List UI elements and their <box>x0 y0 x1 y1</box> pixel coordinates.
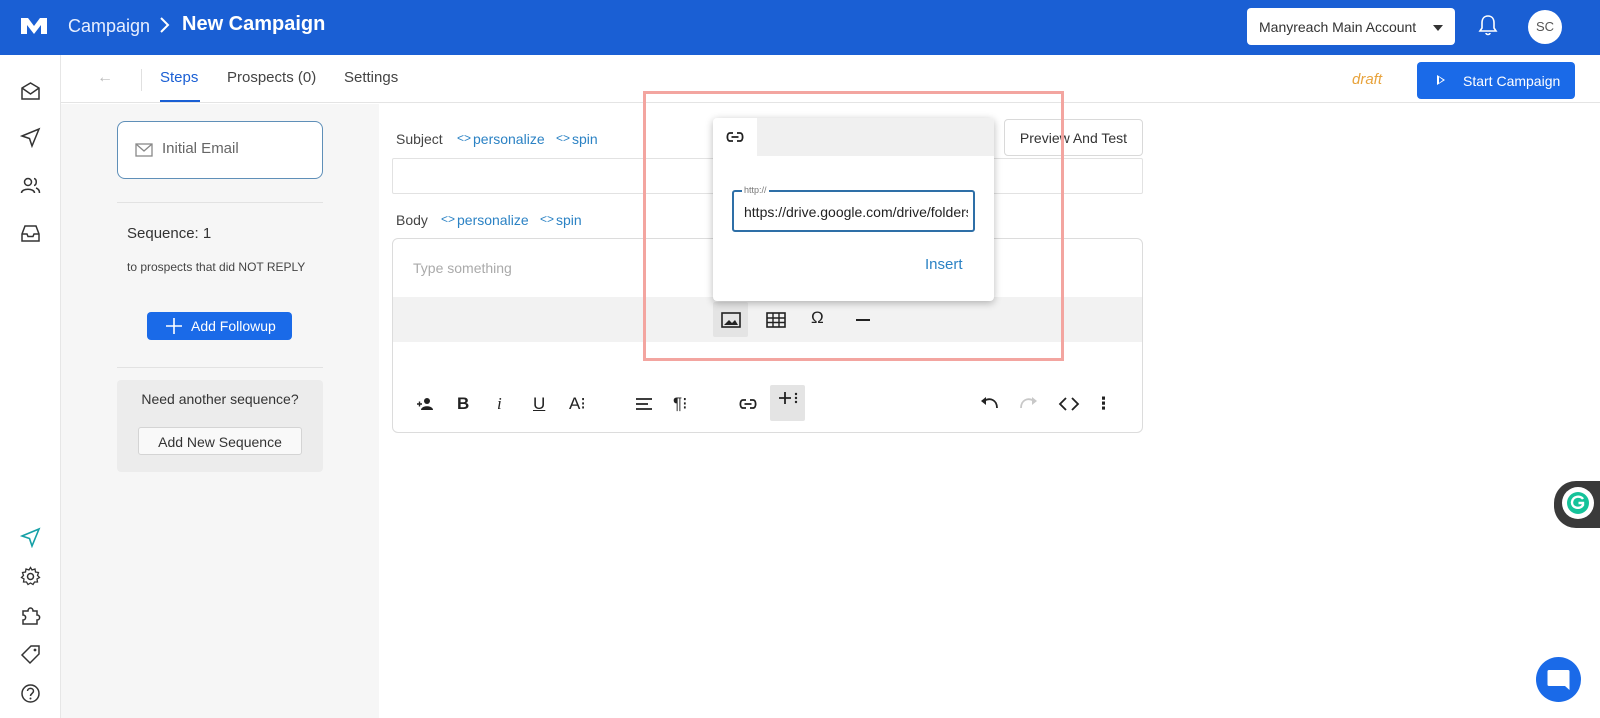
need-sequence-text: Need another sequence? <box>141 391 299 407</box>
initial-email-card[interactable]: Initial Email <box>117 121 323 179</box>
account-selector[interactable]: Manyreach Main Account <box>1247 8 1455 45</box>
gear-icon[interactable] <box>20 566 41 587</box>
page-title: New Campaign <box>182 13 326 35</box>
link-icon[interactable] <box>737 393 759 415</box>
help-icon[interactable] <box>20 683 41 704</box>
insert-plus-icon[interactable] <box>777 389 799 411</box>
breadcrumb-campaign[interactable]: Campaign <box>68 16 150 37</box>
code-icon: <> <box>441 212 456 226</box>
grammarly-icon <box>1562 487 1594 519</box>
undo-icon[interactable] <box>978 393 1000 415</box>
initial-email-label: Initial Email <box>162 140 239 157</box>
divider <box>117 202 323 203</box>
plus-icon <box>166 318 182 334</box>
body-spin-link[interactable]: spin <box>556 212 582 228</box>
add-new-sequence-button[interactable]: Add New Sequence <box>138 427 302 455</box>
tab-steps[interactable]: Steps <box>160 69 198 86</box>
puzzle-icon[interactable] <box>20 605 41 626</box>
start-campaign-label: Start Campaign <box>1463 73 1561 89</box>
user-avatar[interactable]: SC <box>1528 10 1562 44</box>
inbox-icon[interactable] <box>20 223 41 244</box>
new-sequence-box: Need another sequence? Add New Sequence <box>117 380 323 472</box>
add-followup-label: Add Followup <box>191 318 276 334</box>
chat-bubble-icon <box>1547 670 1570 690</box>
active-tab-underline <box>160 100 200 102</box>
personalize-user-icon[interactable] <box>415 393 437 415</box>
code-icon: <> <box>540 212 555 226</box>
subject-spin-link[interactable]: spin <box>572 131 598 147</box>
tab-divider <box>141 69 142 91</box>
bell-icon[interactable] <box>1478 14 1498 36</box>
italic-icon[interactable]: i <box>497 394 502 414</box>
send-icon[interactable] <box>20 127 41 148</box>
body-label: Body <box>396 212 428 228</box>
status-badge: draft <box>1352 71 1383 88</box>
highlight-box <box>643 91 1064 361</box>
tab-prospects[interactable]: Prospects (0) <box>227 69 316 86</box>
code-icon: <> <box>457 131 472 145</box>
tab-settings[interactable]: Settings <box>344 69 398 86</box>
subject-label: Subject <box>396 131 443 147</box>
grammarly-widget[interactable] <box>1554 481 1600 528</box>
align-left-icon[interactable] <box>633 393 655 415</box>
subject-personalize-link[interactable]: personalize <box>473 131 545 147</box>
tag-icon[interactable] <box>20 644 41 665</box>
code-icon: <> <box>556 131 571 145</box>
top-bar: Campaign New Campaign Manyreach Main Acc… <box>0 0 1600 55</box>
account-selector-label: Manyreach Main Account <box>1259 19 1417 35</box>
more-options-icon[interactable]: ⋮ <box>1095 394 1112 414</box>
body-personalize-link[interactable]: personalize <box>457 212 529 228</box>
start-campaign-button[interactable]: Start Campaign <box>1417 62 1575 99</box>
bold-icon[interactable]: B <box>457 394 469 414</box>
underline-icon[interactable]: U <box>533 394 545 414</box>
paragraph-format-icon[interactable]: ¶⁝ <box>673 394 688 414</box>
manyreach-logo[interactable] <box>19 15 49 37</box>
left-sidebar <box>0 55 61 718</box>
sequence-panel: Initial Email Sequence: 1 to prospects t… <box>61 104 379 718</box>
code-view-icon[interactable] <box>1058 393 1080 415</box>
play-icon <box>1437 75 1445 85</box>
back-arrow-icon[interactable]: ← <box>97 69 113 87</box>
sequence-condition: to prospects that did NOT REPLY <box>127 260 306 274</box>
sequence-title: Sequence: 1 <box>127 225 212 242</box>
envelope-icon <box>135 143 153 157</box>
divider <box>117 367 323 368</box>
chat-support-button[interactable] <box>1536 657 1581 702</box>
caret-down-icon <box>1433 25 1443 31</box>
mail-icon[interactable] <box>20 81 41 102</box>
add-followup-button[interactable]: Add Followup <box>147 312 292 340</box>
users-icon[interactable] <box>20 175 41 196</box>
chevron-right-icon <box>160 17 170 33</box>
font-size-icon[interactable]: A⁝ <box>569 394 586 414</box>
body-placeholder: Type something <box>413 260 512 276</box>
redo-icon[interactable] <box>1018 393 1040 415</box>
send-active-icon[interactable] <box>20 527 41 548</box>
